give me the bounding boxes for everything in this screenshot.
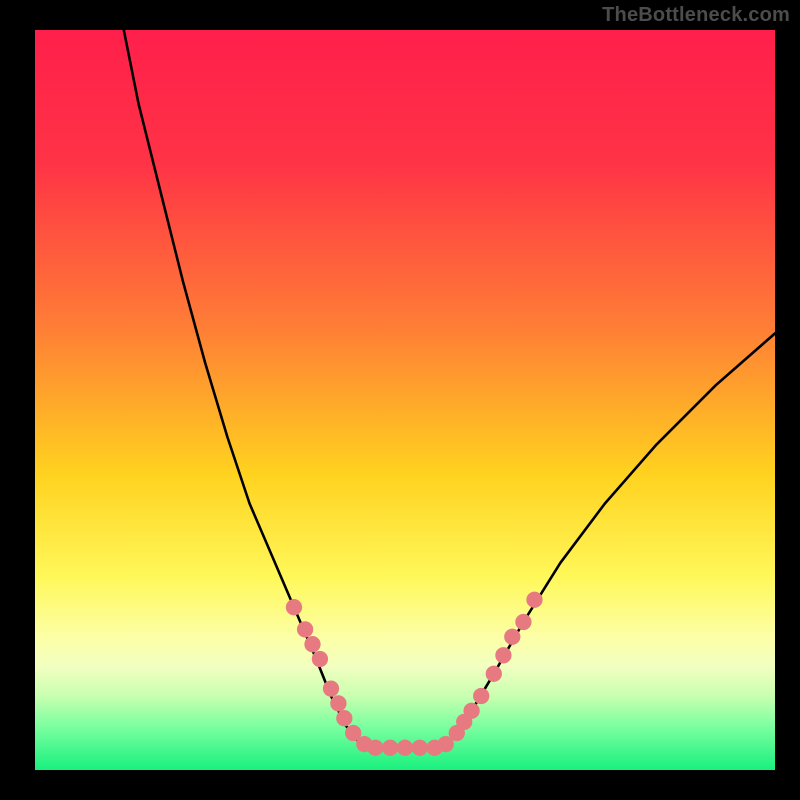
data-marker <box>495 647 511 663</box>
data-marker <box>330 695 346 711</box>
data-marker <box>312 651 328 667</box>
watermark: TheBottleneck.com <box>602 4 790 27</box>
gradient-background <box>35 30 775 770</box>
data-marker <box>486 666 502 682</box>
data-marker <box>504 629 520 645</box>
data-marker <box>323 680 339 696</box>
data-marker <box>336 710 352 726</box>
data-marker <box>297 621 313 637</box>
chart-frame: TheBottleneck.com <box>0 0 800 800</box>
data-marker <box>367 740 383 756</box>
plot-svg <box>35 30 775 770</box>
data-marker <box>304 636 320 652</box>
data-marker <box>526 592 542 608</box>
data-marker <box>515 614 531 630</box>
data-marker <box>412 740 428 756</box>
plot-area <box>35 30 775 770</box>
data-marker <box>286 599 302 615</box>
data-marker <box>473 688 489 704</box>
data-marker <box>397 740 413 756</box>
data-marker <box>382 740 398 756</box>
data-marker <box>463 703 479 719</box>
